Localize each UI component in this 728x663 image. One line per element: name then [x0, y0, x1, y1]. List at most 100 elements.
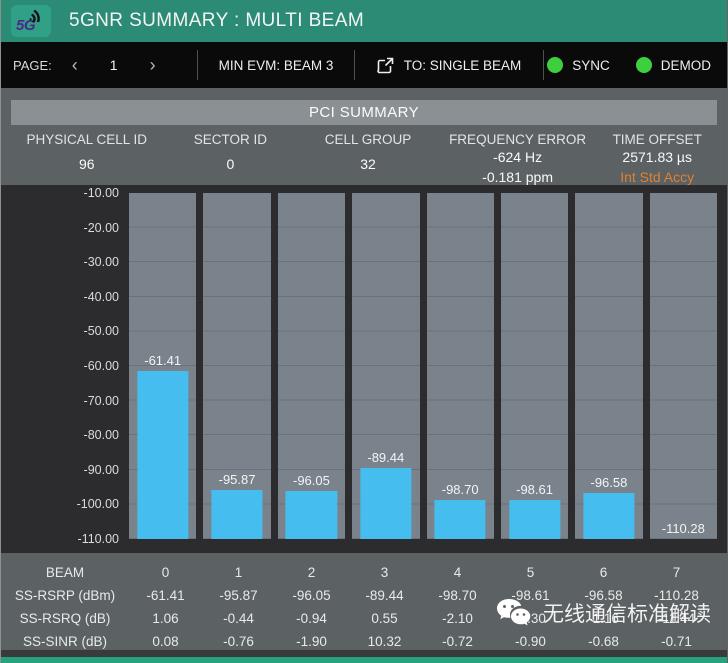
beam-column-4: -98.70 [426, 193, 494, 539]
table-cell: 3 [380, 565, 389, 580]
app-window: 5G 5GNR SUMMARY : MULTI BEAM PAGE: ‹ 1 ›… [0, 0, 728, 663]
y-axis-tick: -30.00 [83, 255, 119, 270]
table-cell: -98.61 [511, 588, 550, 603]
table-cell: -98.70 [438, 588, 477, 603]
beam-column-1: -95.87 [203, 193, 271, 539]
table-row-label: BEAM [45, 565, 85, 580]
rsrp-bar [137, 370, 189, 539]
bottom-accent-strip [1, 657, 727, 663]
pci-field-value: 32 [360, 156, 376, 172]
beam-table-rows: BEAM 0 1 2 3 4 5 6 7 SS-RSRP (dBm) -61.41 -95.87 -96… [1, 561, 727, 653]
demod-status: DEMOD [635, 57, 711, 73]
beam-column-6: -96.58 [575, 193, 643, 539]
rsrp-bar [360, 467, 412, 539]
beam-column-0: -61.41 [129, 193, 197, 539]
table-row: SS-RSRP (dBm) -61.41 -95.87 -96.05 -89.44 -98… [1, 584, 727, 607]
table-cell: 5 [526, 565, 535, 580]
table-cell: -2.30 [515, 611, 546, 626]
pci-field-value: 2571.83 µs [622, 149, 692, 165]
bar-value-label: -98.70 [441, 481, 479, 497]
pci-fields: PHYSICAL CELL ID 96 SECTOR ID 0 CELL GROUP 32… [1, 132, 727, 187]
to-single-beam-label: TO: SINGLE BEAM [403, 57, 522, 73]
table-cell: -11.44 [657, 611, 696, 626]
pci-field: FREQUENCY ERROR -624 Hz -0.181 ppm [448, 132, 588, 187]
pci-field: CELL GROUP 32 [288, 132, 448, 187]
beam-table: BEAM 0 1 2 3 4 5 6 7 SS-RSRP (dBm) -61.41 -95.87 -96… [1, 553, 727, 650]
sync-status-dot [547, 57, 564, 73]
y-axis-tick: -110.00 [77, 531, 119, 546]
title-bar: 5G 5GNR SUMMARY : MULTI BEAM [1, 0, 727, 42]
bar-value-label: -110.28 [661, 521, 705, 536]
sync-status-label: SYNC [572, 57, 610, 73]
y-axis-tick: -90.00 [83, 462, 119, 477]
table-row-label: SS-RSRP (dBm) [14, 588, 116, 603]
table-cell: -0.94 [296, 611, 327, 626]
pci-summary-header: PCI SUMMARY [11, 100, 717, 125]
demod-status-label: DEMOD [660, 57, 711, 73]
page-next-button[interactable]: › [150, 56, 156, 74]
bar-value-label: -61.41 [144, 352, 182, 368]
pci-field-value: -624 Hz -0.181 ppm [482, 149, 553, 185]
table-row: BEAM 0 1 2 3 4 5 6 7 [1, 561, 727, 584]
rsrp-bar [211, 490, 263, 539]
pci-field-label: TIME OFFSET [612, 132, 702, 147]
status-indicators: SYNC DEMOD [544, 42, 727, 88]
table-cell: 0.55 [371, 611, 398, 626]
table-row-label: SS-RSRQ (dB) [19, 611, 111, 626]
page-control: PAGE: ‹ 1 › [1, 42, 197, 88]
pci-summary-section: PCI SUMMARY PHYSICAL CELL ID 96 SECTOR ID 0… [1, 88, 727, 185]
table-cell: 2 [307, 565, 316, 580]
pci-field-value: 0 [226, 156, 235, 172]
chart-columns: -61.41 -95.87 -96.05 -89.44 -98.70 -98.61 -96.… [129, 193, 717, 539]
table-cell: -0.90 [515, 634, 546, 649]
table-cell: -61.41 [146, 588, 185, 603]
rsrp-bar [434, 499, 486, 539]
page-prev-button[interactable]: ‹ [72, 56, 78, 74]
bar-value-label: -95.87 [218, 472, 256, 488]
signal-waves-icon [29, 9, 40, 22]
table-cell: -110.28 [654, 588, 699, 603]
sync-status: SYNC [547, 57, 610, 73]
page-label: PAGE: [13, 57, 52, 73]
table-row-label: SS-SINR (dB) [22, 634, 107, 649]
pci-field-label: PHYSICAL CELL ID [26, 132, 148, 147]
5g-logo: 5G [11, 5, 51, 37]
y-axis-tick: -100.00 [76, 497, 119, 512]
beam-chart: -10.00 -20.00 -30.00 -40.00 -50.00 -60.00 -70.… [1, 185, 727, 553]
page-number: 1 [109, 57, 118, 73]
table-cell: -96.58 [584, 588, 623, 603]
y-axis-tick: -70.00 [83, 393, 119, 408]
min-evm-indicator: MIN EVM: BEAM 3 [218, 57, 334, 73]
y-axis-tick: -50.00 [83, 324, 119, 339]
beam-column-5: -98.61 [500, 193, 569, 539]
y-axis-tick: -10.00 [83, 186, 119, 200]
control-bar: PAGE: ‹ 1 › MIN EVM: BEAM 3 TO: SINGLE B… [1, 42, 727, 88]
demod-status-dot [635, 57, 652, 73]
table-cell: -0.68 [588, 634, 619, 649]
table-row: SS-SINR (dB) 0.08 -0.76 -1.90 10.32 -0.72 -0.9… [1, 630, 727, 653]
table-cell: -0.76 [223, 634, 254, 649]
table-cell: 6 [599, 565, 608, 580]
y-axis-tick: -60.00 [83, 358, 119, 373]
table-cell: -96.05 [292, 588, 331, 603]
bar-value-label: -89.44 [367, 449, 405, 465]
y-axis-tick: -80.00 [83, 428, 119, 443]
pci-field: SECTOR ID 0 [173, 132, 289, 187]
to-single-beam-button[interactable]: TO: SINGLE BEAM [355, 42, 543, 88]
pci-field-value: 96 [78, 156, 95, 172]
rsrp-bar [508, 499, 561, 539]
pci-field: PHYSICAL CELL ID 96 [1, 132, 173, 187]
bar-value-label: -96.05 [293, 472, 330, 488]
page-title: 5GNR SUMMARY : MULTI BEAM [69, 10, 365, 31]
y-axis-tick: -40.00 [83, 289, 119, 304]
beam-column-2: -96.05 [277, 193, 346, 539]
y-axis: -10.00 -20.00 -30.00 -40.00 -50.00 -60.00 -70.… [1, 186, 119, 546]
table-cell: -0.72 [442, 634, 473, 649]
table-cell: 1 [234, 565, 243, 580]
table-cell: 1.06 [152, 611, 179, 626]
table-cell: -0.71 [661, 634, 692, 649]
table-row: SS-RSRQ (dB) 1.06 -0.44 -0.94 0.55 -2.10 -2.30… [1, 607, 727, 630]
table-cell: -2.10 [442, 611, 473, 626]
table-cell: -1.16 [588, 611, 619, 626]
table-cell: 7 [672, 565, 681, 580]
